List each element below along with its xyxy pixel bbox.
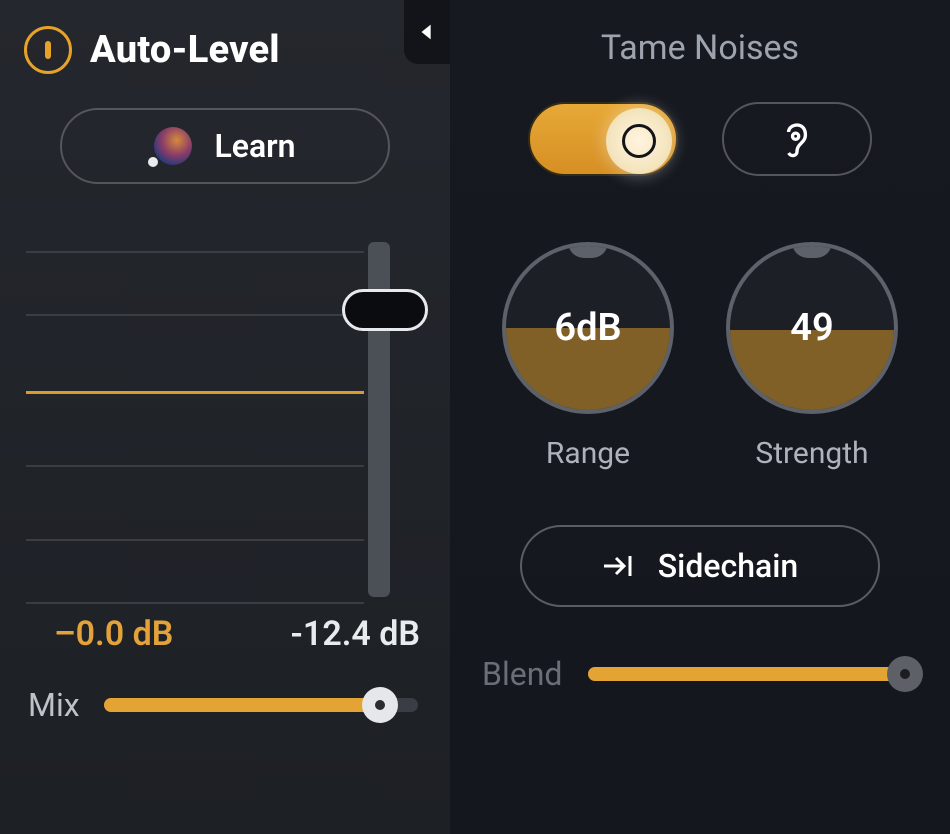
level-meter — [24, 236, 426, 606]
mix-slider-thumb[interactable] — [362, 687, 398, 723]
blend-control: Blend — [476, 655, 924, 693]
blend-slider[interactable] — [588, 667, 918, 681]
dial-label: Range — [546, 436, 630, 471]
dial-value: 6dB — [506, 246, 670, 410]
learn-label: Learn — [214, 127, 295, 165]
ear-icon — [779, 118, 815, 160]
tame-noises-panel: Tame Noises 6dB Range 49 — [450, 0, 950, 834]
dial-knob[interactable]: 49 — [726, 242, 898, 414]
blend-slider-thumb[interactable] — [887, 656, 923, 692]
readout-right: -12.4 dB — [290, 614, 420, 654]
dial-value: 49 — [730, 246, 894, 410]
toggle-row — [476, 102, 924, 176]
mix-slider[interactable] — [104, 698, 418, 712]
auto-level-panel: Auto-Level Learn –0.0 dB -12.4 dB Mix — [0, 0, 450, 834]
auto-level-header: Auto-Level — [24, 26, 426, 74]
sidechain-label: Sidechain — [658, 547, 798, 585]
readout-left: –0.0 dB — [54, 614, 173, 654]
sidechain-button[interactable]: Sidechain — [520, 525, 880, 607]
learn-button[interactable]: Learn — [60, 108, 390, 184]
audio-plugin-panel: Auto-Level Learn –0.0 dB -12.4 dB Mix Ta… — [0, 0, 950, 834]
power-icon — [45, 41, 51, 59]
dial-label: Strength — [755, 436, 868, 471]
toggle-knob — [606, 108, 672, 174]
dials: 6dB Range 49 Strength — [476, 242, 924, 471]
dial-range: 6dB Range — [488, 242, 688, 471]
mix-control: Mix — [24, 686, 426, 724]
listen-button[interactable] — [722, 102, 872, 176]
mix-label: Mix — [28, 686, 80, 724]
blend-label: Blend — [482, 655, 562, 693]
level-slider-thumb[interactable] — [342, 289, 428, 331]
learn-icon — [154, 127, 192, 165]
chevron-left-icon — [416, 21, 438, 43]
enable-toggle[interactable] — [528, 102, 678, 176]
dial-knob[interactable]: 6dB — [502, 242, 674, 414]
power-toggle[interactable] — [24, 26, 72, 74]
panel-title: Auto-Level — [90, 28, 280, 72]
collapse-button[interactable] — [404, 0, 450, 64]
dial-strength: 49 Strength — [712, 242, 912, 471]
tame-noises-title: Tame Noises — [476, 28, 924, 68]
readouts: –0.0 dB -12.4 dB — [24, 606, 426, 654]
sidechain-icon — [602, 551, 638, 581]
